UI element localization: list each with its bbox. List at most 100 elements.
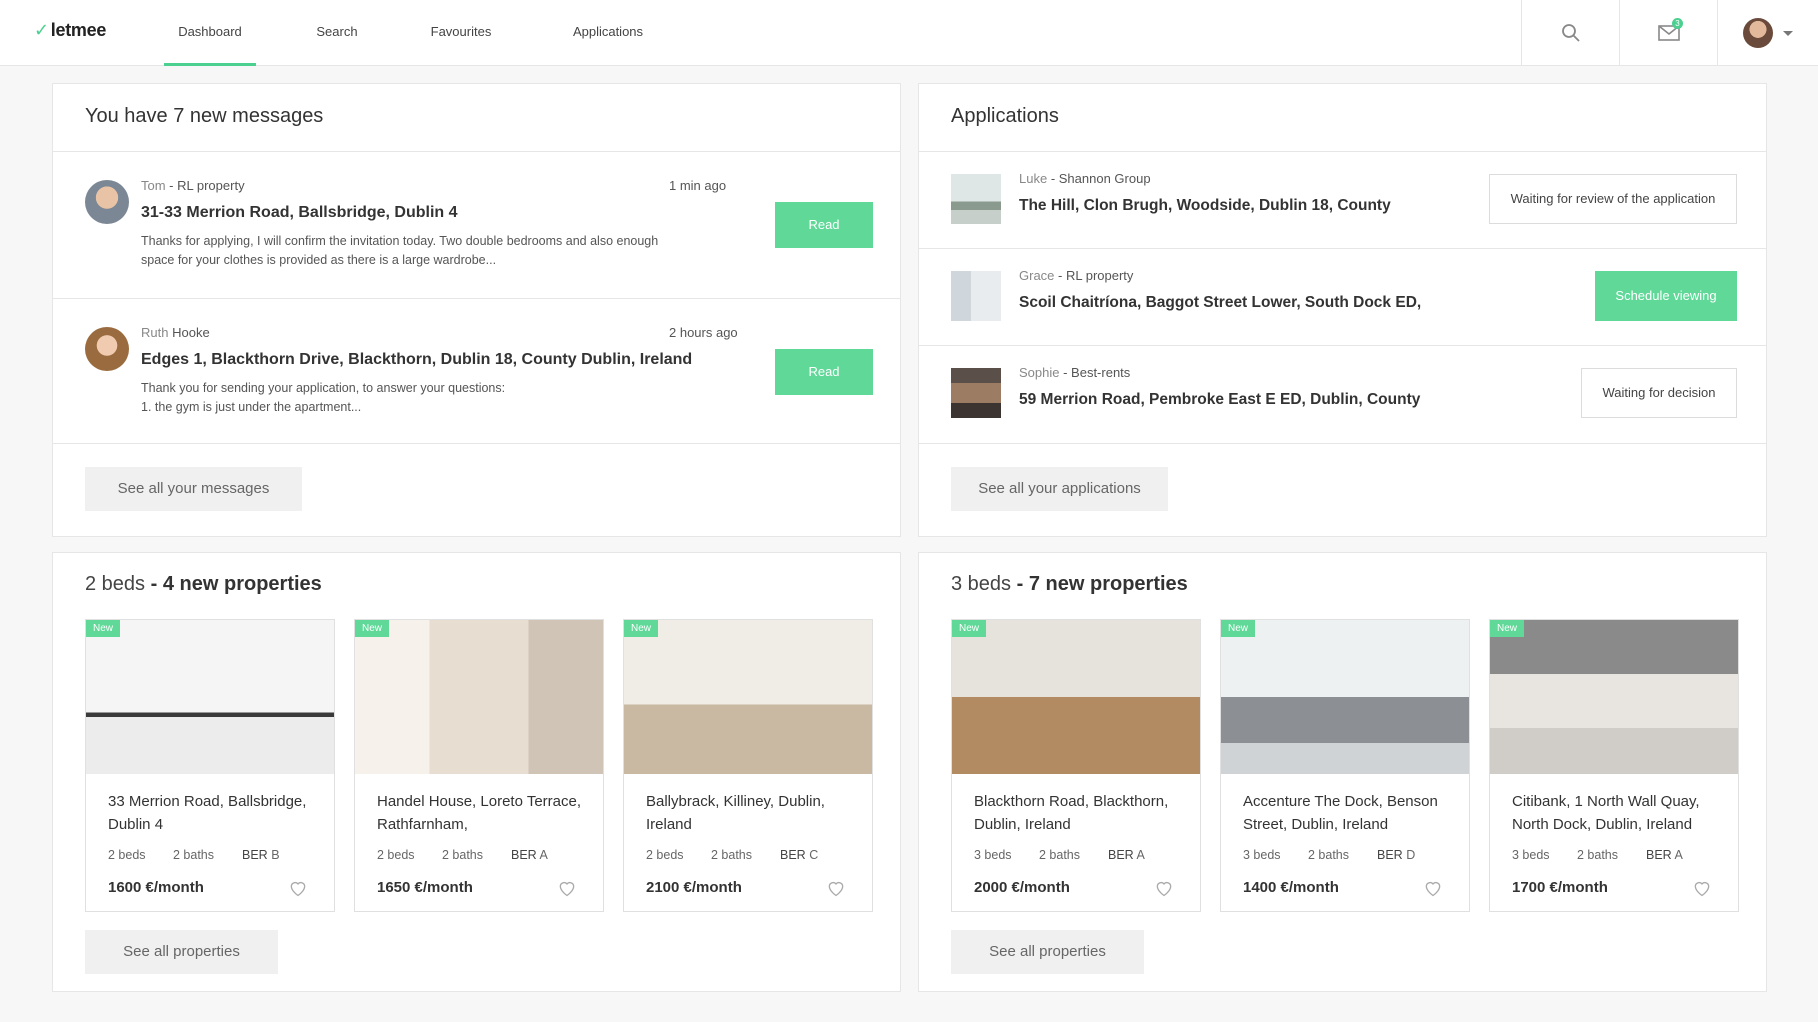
property-beds: 3 beds — [1243, 848, 1281, 862]
message-title: 31-33 Merrion Road, Ballsbridge, Dublin … — [141, 204, 458, 221]
property-title: Handel House, Loreto Terrace, Rathfarnha… — [377, 793, 582, 833]
new-badge: New — [86, 620, 121, 637]
messages-panel: You have 7 new messages Tom - RL propert… — [52, 83, 901, 537]
property-card[interactable]: New Accenture The Dock, Benson Street, D… — [1220, 619, 1470, 912]
property-price: 1400 €/month — [1243, 879, 1339, 896]
section-title: 2 beds - 4 new properties — [85, 573, 322, 595]
message-title: Edges 1, Blackthorn Drive, Blackthorn, D… — [141, 351, 693, 368]
application-item[interactable]: Luke - Shannon Group The Hill, Clon Brug… — [919, 152, 1766, 249]
property-price: 1700 €/month — [1512, 879, 1608, 896]
property-card[interactable]: New 33 Merrion Road, Ballsbridge, Dublin… — [85, 619, 335, 912]
application-title: 59 Merrion Road, Pembroke East E ED, Dub… — [1019, 391, 1421, 408]
schedule-viewing-button[interactable]: Schedule viewing — [1595, 271, 1737, 321]
messages-button[interactable]: 3 — [1619, 0, 1717, 66]
property-thumbnail — [951, 271, 1001, 321]
tab-applications[interactable]: Applications — [560, 0, 656, 66]
property-image — [624, 620, 872, 774]
message-item[interactable]: Ruth Hooke 2 hours ago Edges 1, Blacktho… — [53, 299, 900, 444]
heart-icon[interactable] — [1154, 878, 1174, 898]
heart-icon[interactable] — [288, 878, 308, 898]
avatar — [85, 180, 129, 224]
property-beds: 3 beds — [1512, 848, 1550, 862]
application-sender: Luke - Shannon Group — [1019, 171, 1151, 186]
top-navbar: ✓ letmee Dashboard Search Favourites Appl… — [0, 0, 1818, 66]
property-baths: 2 baths — [1577, 848, 1619, 862]
property-price: 2000 €/month — [974, 879, 1070, 896]
message-sender: Tom - RL property — [141, 178, 245, 193]
message-time: 1 min ago — [669, 178, 727, 193]
read-button[interactable]: Read — [775, 349, 873, 395]
property-card[interactable]: New Ballybrack, Killiney, Dublin, Irelan… — [623, 619, 873, 912]
read-button[interactable]: Read — [775, 202, 873, 248]
property-thumbnail — [951, 368, 1001, 418]
property-title: Citibank, 1 North Wall Quay, North Dock,… — [1512, 793, 1700, 833]
property-image — [952, 620, 1200, 774]
message-body: Thanks for applying, I will confirm the … — [141, 234, 659, 267]
property-card[interactable]: New Blackthorn Road, Blackthorn, Dublin,… — [951, 619, 1201, 912]
tab-search[interactable]: Search — [300, 0, 374, 66]
property-title: Accenture The Dock, Benson Street, Dubli… — [1243, 793, 1438, 833]
tab-dashboard[interactable]: Dashboard — [164, 0, 256, 66]
property-ber: BER A — [1108, 848, 1145, 862]
message-item[interactable]: Tom - RL property 1 min ago 31-33 Merrio… — [53, 152, 900, 299]
tab-favourites[interactable]: Favourites — [418, 0, 504, 66]
see-all-properties-button[interactable]: See all properties — [85, 930, 278, 974]
new-badge: New — [624, 620, 659, 637]
new-badge: New — [952, 620, 987, 637]
user-menu[interactable] — [1717, 0, 1818, 66]
property-ber: BER C — [780, 848, 819, 862]
property-beds: 2 beds — [377, 848, 415, 862]
logo-check-icon: ✓ — [34, 20, 49, 40]
heart-icon[interactable] — [557, 878, 577, 898]
property-card[interactable]: New Handel House, Loreto Terrace, Rathfa… — [354, 619, 604, 912]
property-image — [86, 620, 334, 774]
application-sender: Grace - RL property — [1019, 268, 1134, 283]
application-item[interactable]: Sophie - Best-rents 59 Merrion Road, Pem… — [919, 346, 1766, 444]
property-image — [1221, 620, 1469, 774]
heart-icon[interactable] — [1423, 878, 1443, 898]
search-icon — [1561, 24, 1580, 42]
property-baths: 2 baths — [442, 848, 484, 862]
application-sender: Sophie - Best-rents — [1019, 365, 1131, 380]
property-beds: 2 beds — [646, 848, 684, 862]
unread-badge: 3 — [1672, 18, 1683, 29]
property-card[interactable]: New Citibank, 1 North Wall Quay, North D… — [1489, 619, 1739, 912]
property-price: 1650 €/month — [377, 879, 473, 896]
property-baths: 2 baths — [173, 848, 215, 862]
see-all-messages-button[interactable]: See all your messages — [85, 467, 302, 511]
new-badge: New — [355, 620, 390, 637]
section-title: 3 beds - 7 new properties — [951, 573, 1188, 595]
property-baths: 2 baths — [1039, 848, 1081, 862]
application-title: The Hill, Clon Brugh, Woodside, Dublin 1… — [1019, 197, 1391, 214]
property-beds: 3 beds — [974, 848, 1012, 862]
heart-icon[interactable] — [1692, 878, 1712, 898]
property-title: 33 Merrion Road, Ballsbridge, Dublin 4 — [108, 793, 307, 833]
application-title: Scoil Chaitríona, Baggot Street Lower, S… — [1019, 294, 1422, 311]
new-badge: New — [1221, 620, 1256, 637]
new-badge: New — [1490, 620, 1525, 637]
logo[interactable]: ✓ letmee — [34, 20, 106, 41]
message-body: Thank you for sending your application, … — [141, 381, 506, 414]
two-beds-panel: 2 beds - 4 new properties New 33 Merrion… — [52, 552, 901, 992]
property-image — [355, 620, 603, 774]
message-time: 2 hours ago — [669, 325, 738, 340]
avatar — [85, 327, 129, 371]
property-thumbnail — [951, 174, 1001, 224]
search-button[interactable] — [1521, 0, 1619, 66]
status-badge: Waiting for review of the application — [1489, 174, 1737, 224]
property-price: 1600 €/month — [108, 879, 204, 896]
property-baths: 2 baths — [1308, 848, 1350, 862]
application-item[interactable]: Grace - RL property Scoil Chaitríona, Ba… — [919, 249, 1766, 346]
message-sender: Ruth Hooke — [141, 325, 210, 340]
property-beds: 2 beds — [108, 848, 146, 862]
see-all-properties-button[interactable]: See all properties — [951, 930, 1144, 974]
chevron-down-icon — [1783, 30, 1793, 36]
heart-icon[interactable] — [826, 878, 846, 898]
property-ber: BER D — [1377, 848, 1416, 862]
property-price: 2100 €/month — [646, 879, 742, 896]
messages-title: You have 7 new messages — [53, 84, 900, 152]
avatar — [1743, 18, 1773, 48]
property-ber: BER B — [242, 848, 280, 862]
applications-title: Applications — [919, 84, 1766, 152]
see-all-applications-button[interactable]: See all your applications — [951, 467, 1168, 511]
